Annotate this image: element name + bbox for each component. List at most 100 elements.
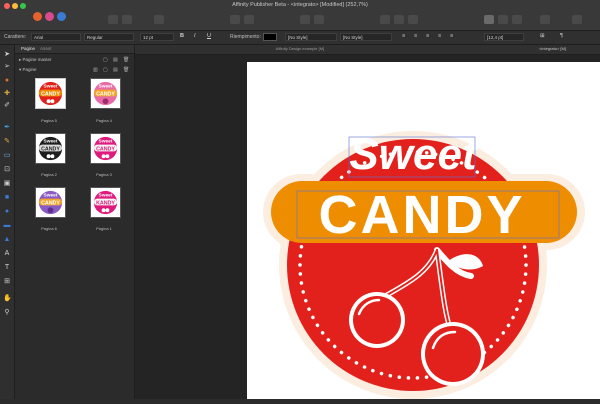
photo-persona-icon[interactable] <box>45 12 54 21</box>
toolbar-preferences-button[interactable] <box>108 15 118 24</box>
toolbar-placement-button[interactable] <box>154 15 164 24</box>
toolbar-settings-button[interactable] <box>122 15 132 24</box>
toolbar-flip-button[interactable] <box>380 15 390 24</box>
toolbar-snapping-button[interactable] <box>540 15 550 24</box>
page-thumbnail[interactable]: Sweet CANDY <box>35 78 66 109</box>
fill-tool-icon[interactable]: ✚ <box>3 90 11 98</box>
candy-logo-thumb-magenta-k: Sweet KANDY <box>93 190 118 215</box>
artistic-text-icon[interactable]: A <box>3 250 11 258</box>
delete-page-icon[interactable]: 🗑 <box>123 67 129 73</box>
underline-button[interactable]: U <box>207 33 211 39</box>
pen-tool-icon[interactable]: ✒ <box>3 124 11 132</box>
toolbar-arrange-button[interactable] <box>230 15 240 24</box>
justify-all-icon[interactable]: ≡ <box>450 33 453 39</box>
toolbar-transform-button[interactable] <box>408 15 418 24</box>
pages-row[interactable]: ▾ Pagine <box>19 67 37 73</box>
text-frame-icon[interactable]: ⊞ <box>540 33 545 39</box>
pages-panel: Pagine Asset ▸ Pagine master ▢ ▤ 🗑 ▾ Pag… <box>15 45 135 399</box>
zoom-tool-icon[interactable]: ⚲ <box>3 309 11 317</box>
bold-button[interactable]: B <box>180 33 184 39</box>
thumb-top-text: Sweet <box>99 193 113 199</box>
candy-text[interactable]: CANDY <box>318 185 525 245</box>
thumb-main-text: CANDY <box>41 91 60 97</box>
candy-logo-thumb-black: Sweet CANDY <box>38 136 63 161</box>
page-thumbnail[interactable]: Sweet CANDY <box>90 133 121 164</box>
font-family-select[interactable]: Arial <box>31 33 81 41</box>
thumbnail-label: Pagina 6 <box>41 226 57 231</box>
add-master-icon[interactable]: ▢ <box>103 57 108 63</box>
italic-button[interactable]: I <box>194 33 196 39</box>
rectangle-tool-icon[interactable]: ■ <box>3 194 11 202</box>
transparency-tool-icon[interactable]: ✐ <box>3 102 11 110</box>
leading-field[interactable]: [12,4 pt] <box>484 33 524 41</box>
node-tool-icon[interactable]: ➢ <box>3 63 11 71</box>
font-label: Carattere: <box>4 34 27 40</box>
toolbar-order-button[interactable] <box>244 15 254 24</box>
thumbnail-label: Pagina 1 <box>96 226 112 231</box>
document-tab-design-example[interactable]: Affinity Design example [M] <box>245 46 355 53</box>
picture-frame-icon[interactable]: ▭ <box>3 152 11 160</box>
toolbar-rotate-button[interactable] <box>394 15 404 24</box>
document-tab-integrato[interactable]: <integrato> [M] <box>515 46 590 53</box>
thumb-main-text: KANDY <box>96 200 115 206</box>
add-page-icon[interactable]: ▢ <box>103 67 108 73</box>
duplicate-page-icon[interactable]: ▤ <box>113 67 118 73</box>
sweet-text[interactable]: Sweet <box>349 130 479 179</box>
thumb-main-text: CANDY <box>96 91 115 97</box>
thumb-main-text: CANDY <box>41 146 60 152</box>
fill-color-swatch[interactable] <box>263 33 277 41</box>
delete-master-icon[interactable]: 🗑 <box>123 57 129 63</box>
master-pages-label: Pagine master <box>22 57 52 62</box>
master-pages-row[interactable]: ▸ Pagine master <box>19 57 52 63</box>
publisher-persona-icon[interactable] <box>33 12 42 21</box>
align-center-icon[interactable]: ≡ <box>414 33 417 39</box>
toolbar-view-mode-2-button[interactable] <box>498 15 508 24</box>
candy-logo-thumb-pink: Sweet CANDY <box>93 81 118 106</box>
spread-view-icon[interactable]: ▥ <box>93 67 98 73</box>
page-thumbnail[interactable]: Sweet KANDY <box>90 187 121 218</box>
toolbar-view-mode-button[interactable] <box>484 15 494 24</box>
thumb-top-text: Sweet <box>99 139 113 145</box>
toolbar-align-button[interactable] <box>300 15 310 24</box>
tab-pages[interactable]: Pagine <box>21 46 35 51</box>
page-thumbnail[interactable]: Sweet CANDY <box>35 187 66 218</box>
page-thumbnail[interactable]: Sweet CANDY <box>35 133 66 164</box>
align-left-icon[interactable]: ≡ <box>402 33 405 39</box>
toolbar-view-mode-3-button[interactable] <box>512 15 522 24</box>
thumb-top-text: Sweet <box>99 84 113 90</box>
crop-tool-icon[interactable]: ⊡ <box>3 166 11 174</box>
character-style-select[interactable]: [No Style] <box>340 33 392 41</box>
image-tool-icon[interactable]: ▣ <box>3 180 11 188</box>
hand-tool-icon[interactable]: ✋ <box>3 295 12 303</box>
paragraph-style-select[interactable]: [No Style] <box>285 33 337 41</box>
triangle-tool-icon[interactable]: ▲ <box>3 236 11 244</box>
thumb-main-text: CANDY <box>41 200 60 206</box>
thumb-top-text: Sweet <box>44 139 58 145</box>
toolbar-guides-button[interactable] <box>572 15 582 24</box>
rounded-rect-tool-icon[interactable]: ▬ <box>3 222 11 230</box>
pencil-tool-icon[interactable]: ✎ <box>3 138 11 146</box>
color-picker-icon[interactable]: ● <box>3 77 11 85</box>
font-style-select[interactable]: Regular <box>84 33 134 41</box>
tab-assets[interactable]: Asset <box>40 46 51 51</box>
move-tool-icon[interactable]: ➤ <box>3 51 11 59</box>
candy-logo-thumb-purple: Sweet CANDY <box>38 190 63 215</box>
document-page[interactable]: Sweet CANDY <box>247 62 600 399</box>
tools-panel: ➤ ➢ ● ✚ ✐ ✒ ✎ ▭ ⊡ ▣ ■ ● ▬ ▲ A T ⊞ ✋ ⚲ <box>0 45 15 399</box>
thumbnail-label: Pagina 3 <box>96 172 112 177</box>
designer-persona-icon[interactable] <box>57 12 66 21</box>
frame-text-icon[interactable]: T <box>3 264 11 272</box>
align-right-icon[interactable]: ≡ <box>426 33 429 39</box>
duplicate-master-icon[interactable]: ▤ <box>113 57 118 63</box>
candy-logo-thumb-magenta: Sweet CANDY <box>93 136 118 161</box>
table-tool-icon[interactable]: ⊞ <box>3 278 11 286</box>
toolbar-distribute-button[interactable] <box>314 15 324 24</box>
font-size-field[interactable]: 12 pt <box>140 33 174 41</box>
thumbnail-label: Pagina 4 <box>96 118 112 123</box>
justify-icon[interactable]: ≡ <box>438 33 441 39</box>
thumb-top-text: Sweet <box>44 84 58 90</box>
ellipse-tool-icon[interactable]: ● <box>3 208 11 216</box>
candy-logo-thumb-red: Sweet CANDY <box>38 81 63 106</box>
paragraph-mark-icon[interactable]: ¶ <box>560 33 563 39</box>
page-thumbnail[interactable]: Sweet CANDY <box>90 78 121 109</box>
